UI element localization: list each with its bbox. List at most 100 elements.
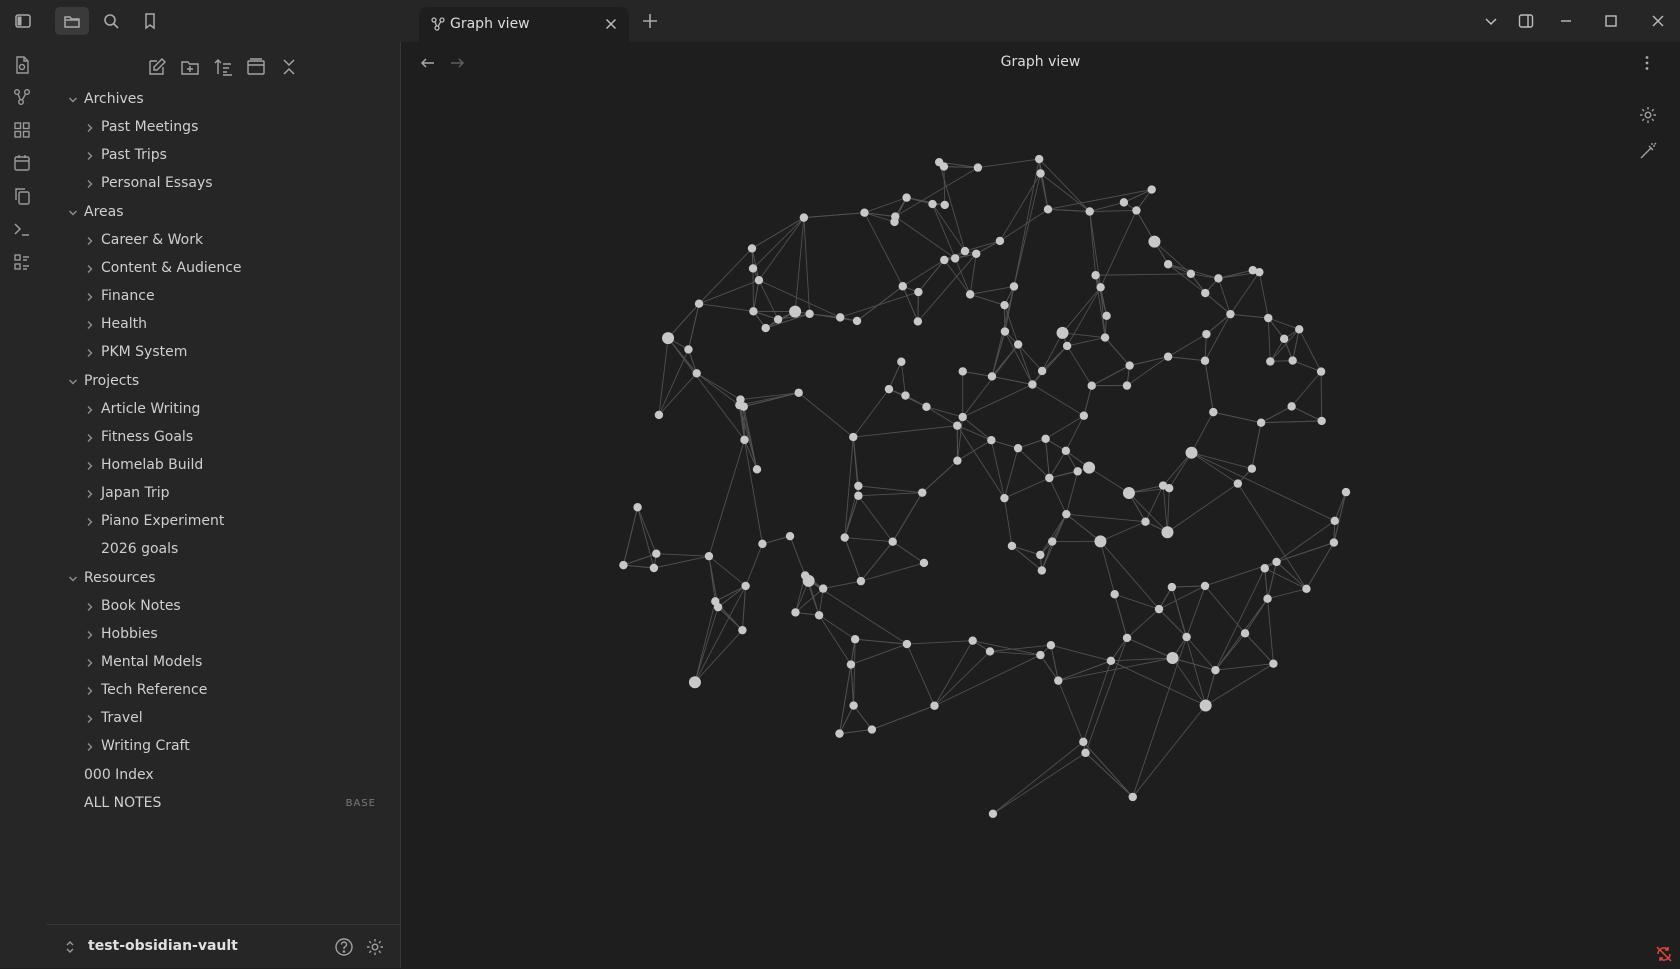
- folder-item-mental-models[interactable]: Mental Models: [46, 651, 400, 675]
- graph-canvas[interactable]: [401, 42, 1680, 968]
- graph-node[interactable]: [1201, 289, 1209, 297]
- graph-node[interactable]: [1280, 335, 1288, 343]
- graph-node[interactable]: [889, 538, 897, 546]
- graph-node[interactable]: [1062, 510, 1070, 518]
- new-folder-icon[interactable]: [179, 56, 201, 78]
- folder-item-content-audience[interactable]: Content & Audience: [46, 257, 400, 281]
- folder-item-homelab-build[interactable]: Homelab Build: [46, 454, 400, 478]
- folder-item-archives[interactable]: Archives: [46, 88, 400, 112]
- graph-node[interactable]: [974, 163, 982, 171]
- chevron-right-icon[interactable]: [84, 122, 96, 134]
- graph-node[interactable]: [961, 247, 969, 255]
- graph-node[interactable]: [1123, 634, 1131, 642]
- graph-node[interactable]: [738, 626, 746, 634]
- graph-node[interactable]: [749, 307, 757, 315]
- graph-node[interactable]: [655, 411, 663, 419]
- graph-node[interactable]: [1054, 676, 1062, 684]
- graph-node[interactable]: [918, 488, 926, 496]
- folder-item-past-meetings[interactable]: Past Meetings: [46, 116, 400, 140]
- sort-icon[interactable]: [212, 56, 234, 78]
- graph-node[interactable]: [972, 250, 980, 258]
- graph-node[interactable]: [1266, 357, 1274, 365]
- graph-node[interactable]: [741, 582, 749, 590]
- graph-node[interactable]: [1008, 542, 1016, 550]
- graph-node[interactable]: [986, 647, 994, 655]
- graph-node[interactable]: [836, 313, 844, 321]
- graph-node[interactable]: [1295, 325, 1303, 333]
- new-note-icon[interactable]: [146, 56, 168, 78]
- graph-node[interactable]: [885, 385, 893, 393]
- graph-node[interactable]: [860, 209, 868, 217]
- plus-icon[interactable]: [639, 10, 661, 32]
- graph-node[interactable]: [1317, 417, 1325, 425]
- graph-node[interactable]: [740, 402, 748, 410]
- graph-node[interactable]: [854, 492, 862, 500]
- graph-node[interactable]: [988, 372, 996, 380]
- graph-node[interactable]: [1036, 169, 1044, 177]
- chevron-right-icon[interactable]: [84, 460, 96, 472]
- graph-node[interactable]: [1123, 381, 1131, 389]
- graph-node[interactable]: [1269, 660, 1277, 668]
- graph-node[interactable]: [953, 421, 961, 429]
- graph-node[interactable]: [951, 254, 959, 262]
- graph-node[interactable]: [953, 456, 961, 464]
- graph-node[interactable]: [868, 725, 876, 733]
- settings-icon[interactable]: [365, 937, 385, 957]
- graph-node[interactable]: [854, 482, 862, 490]
- chevron-right-icon[interactable]: [84, 685, 96, 697]
- graph-node[interactable]: [1028, 380, 1036, 388]
- graph-node[interactable]: [890, 218, 898, 226]
- graph-node[interactable]: [1257, 418, 1265, 426]
- graph-node[interactable]: [847, 660, 855, 668]
- graph-node[interactable]: [849, 701, 857, 709]
- folder-item-health[interactable]: Health: [46, 313, 400, 337]
- graph-node[interactable]: [1102, 312, 1110, 320]
- graph-node[interactable]: [959, 367, 967, 375]
- folder-item-hobbies[interactable]: Hobbies: [46, 623, 400, 647]
- file-note-icon[interactable]: [12, 55, 32, 75]
- chevron-right-icon[interactable]: [84, 516, 96, 528]
- graph-node[interactable]: [841, 533, 849, 541]
- chevron-down-icon[interactable]: [67, 376, 79, 388]
- sync-status-icon[interactable]: [1654, 944, 1674, 964]
- graph-node[interactable]: [1331, 517, 1339, 525]
- collapse-view-icon[interactable]: [245, 56, 267, 78]
- folder-icon[interactable]: [55, 7, 89, 35]
- graph-node[interactable]: [1083, 462, 1095, 474]
- graph-node[interactable]: [914, 288, 922, 296]
- graph-node[interactable]: [803, 575, 815, 587]
- graph-node[interactable]: [1014, 340, 1022, 348]
- graph-node[interactable]: [1200, 699, 1212, 711]
- graph-node[interactable]: [903, 640, 911, 648]
- graph-node[interactable]: [1120, 198, 1128, 206]
- graph-node[interactable]: [791, 608, 799, 616]
- graph-node[interactable]: [897, 358, 905, 366]
- chevron-right-icon[interactable]: [84, 657, 96, 669]
- graph-node[interactable]: [922, 403, 930, 411]
- graph-node[interactable]: [901, 391, 909, 399]
- graph-node[interactable]: [928, 200, 936, 208]
- graph-node[interactable]: [1086, 207, 1094, 215]
- graph-node[interactable]: [1045, 474, 1053, 482]
- folder-item-finance[interactable]: Finance: [46, 285, 400, 309]
- graph-node[interactable]: [684, 345, 692, 353]
- graph-node[interactable]: [805, 310, 813, 318]
- chevron-right-icon[interactable]: [84, 263, 96, 275]
- graph-node[interactable]: [1044, 205, 1052, 213]
- graph-node[interactable]: [1091, 271, 1099, 279]
- graph-node[interactable]: [1063, 342, 1071, 350]
- graph-node[interactable]: [1211, 666, 1219, 674]
- graph-node[interactable]: [902, 193, 910, 201]
- chevron-right-icon[interactable]: [84, 488, 96, 500]
- sidebar-toggle-icon[interactable]: [10, 8, 36, 34]
- graph-node[interactable]: [705, 552, 713, 560]
- graph-node[interactable]: [853, 317, 861, 325]
- vault-switcher[interactable]: test-obsidian-vault: [46, 924, 400, 969]
- settings-icon[interactable]: [1638, 105, 1658, 125]
- graph-node[interactable]: [1214, 274, 1222, 282]
- graph-node[interactable]: [987, 436, 995, 444]
- graph-node[interactable]: [1264, 314, 1272, 322]
- graph-node[interactable]: [753, 465, 761, 473]
- window-close-icon[interactable]: [1646, 9, 1670, 33]
- bookmark-icon[interactable]: [137, 8, 163, 34]
